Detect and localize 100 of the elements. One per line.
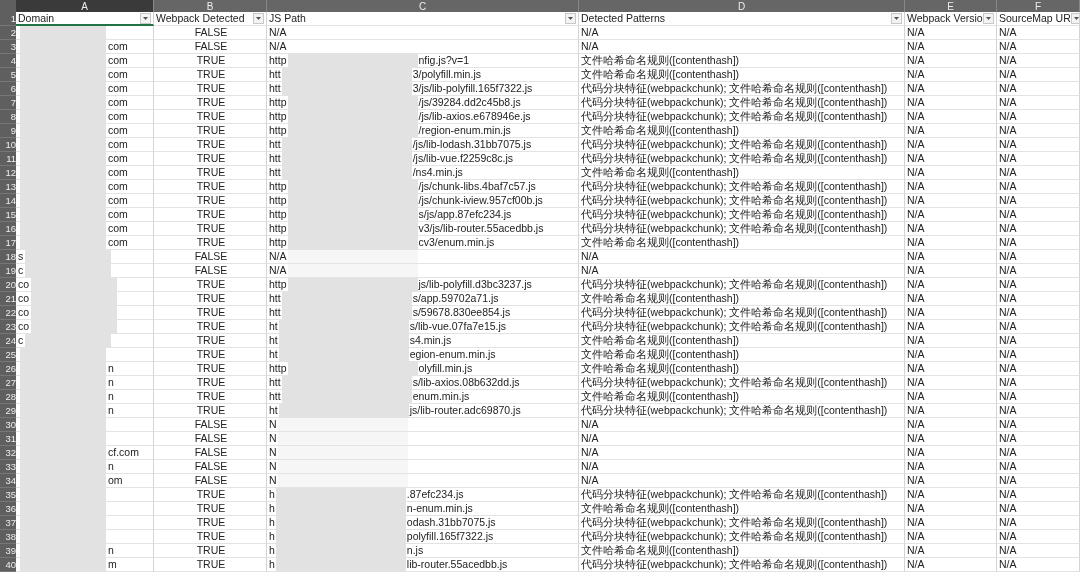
- cell-text: TRUE: [196, 558, 226, 571]
- row-number[interactable]: 15: [0, 208, 16, 222]
- column-letter[interactable]: B: [154, 0, 267, 12]
- row-number[interactable]: 6: [0, 82, 16, 96]
- caret-icon: [894, 17, 899, 20]
- row-number[interactable]: 26: [0, 362, 16, 376]
- column-letter[interactable]: F: [997, 0, 1080, 12]
- row-number[interactable]: 4: [0, 54, 16, 68]
- row-number[interactable]: 33: [0, 460, 16, 474]
- cell-text: .87efc234.js: [406, 488, 464, 501]
- row-number[interactable]: 14: [0, 194, 16, 208]
- caret-icon: [1073, 17, 1079, 20]
- row-number[interactable]: 40: [0, 558, 16, 572]
- cell-text: n: [108, 362, 114, 375]
- column-header: JS Path: [269, 12, 306, 25]
- cell-text: N/A: [999, 222, 1017, 235]
- cell-text: com: [108, 124, 128, 137]
- cell-text: c: [18, 264, 24, 277]
- column-header: Webpack Detected: [156, 12, 245, 25]
- row-number[interactable]: 16: [0, 222, 16, 236]
- row-number[interactable]: 32: [0, 446, 16, 460]
- cell-text: N/A: [907, 194, 925, 207]
- cell-text: n: [108, 404, 114, 417]
- row-number[interactable]: 23: [0, 320, 16, 334]
- filter-button[interactable]: [253, 13, 264, 24]
- cell-text: N/A: [581, 474, 599, 487]
- column-letter[interactable]: D: [579, 0, 905, 12]
- cell-text: TRUE: [196, 376, 226, 389]
- row-number[interactable]: 22: [0, 306, 16, 320]
- cell-text: N/A: [999, 474, 1017, 487]
- cell-text: FALSE: [194, 418, 228, 431]
- row-number[interactable]: 9: [0, 124, 16, 138]
- cell-text: N/A: [581, 446, 599, 459]
- cell-text: N: [269, 418, 277, 431]
- row-number[interactable]: 29: [0, 404, 16, 418]
- cell-text: n: [108, 544, 114, 557]
- cell-text: N/A: [907, 362, 925, 375]
- row-number[interactable]: 35: [0, 488, 16, 502]
- row-number[interactable]: 3: [0, 40, 16, 54]
- row-number[interactable]: 38: [0, 530, 16, 544]
- row-number[interactable]: 7: [0, 96, 16, 110]
- row-number[interactable]: 5: [0, 68, 16, 82]
- row-number[interactable]: 17: [0, 236, 16, 250]
- filter-button[interactable]: [891, 13, 902, 24]
- cell-text: 代码分块特征(webpackchunk); 文件哈希命名规则([contenthash]): [581, 208, 888, 221]
- cell-text: com: [108, 110, 128, 123]
- column-letter[interactable]: E: [905, 0, 997, 12]
- column-letter[interactable]: C: [267, 0, 579, 12]
- cell-text: htt: [269, 166, 281, 179]
- row-number[interactable]: 18: [0, 250, 16, 264]
- cell-text: js/lib-polyfill.d3bc3237.js: [418, 278, 532, 291]
- cell-text: N/A: [269, 26, 287, 39]
- cell-text: N/A: [907, 138, 925, 151]
- filter-button[interactable]: [983, 13, 994, 24]
- cell-text: TRUE: [196, 236, 226, 249]
- row-number[interactable]: 19: [0, 264, 16, 278]
- cell-text: co: [18, 278, 30, 291]
- row-number[interactable]: 39: [0, 544, 16, 558]
- column-header: SourceMap UR: [999, 12, 1071, 25]
- row-number[interactable]: 20: [0, 278, 16, 292]
- row-number[interactable]: 30: [0, 418, 16, 432]
- row-number[interactable]: 8: [0, 110, 16, 124]
- cell-text: com: [108, 40, 128, 53]
- cell-text: nfig.js?v=1: [418, 54, 469, 67]
- filter-button[interactable]: [1070, 13, 1079, 24]
- row-number[interactable]: 21: [0, 292, 16, 306]
- row-number[interactable]: 1: [0, 12, 16, 26]
- row-number[interactable]: 12: [0, 166, 16, 180]
- cell-text: N/A: [907, 516, 925, 529]
- row-number[interactable]: 11: [0, 152, 16, 166]
- row-number[interactable]: 2: [0, 26, 16, 40]
- column-letter[interactable]: A: [16, 0, 154, 12]
- cell-text: TRUE: [196, 222, 226, 235]
- row-number[interactable]: 10: [0, 138, 16, 152]
- cell-text: FALSE: [194, 40, 228, 53]
- row-number[interactable]: 13: [0, 180, 16, 194]
- row-number[interactable]: 27: [0, 376, 16, 390]
- cell-text: 文件哈希命名规则([contenthash]): [581, 544, 740, 557]
- row-number[interactable]: 25: [0, 348, 16, 362]
- cell-text: 代码分块特征(webpackchunk); 文件哈希命名规则([contenthash]): [581, 306, 888, 319]
- filter-button[interactable]: [565, 13, 576, 24]
- row-number[interactable]: 28: [0, 390, 16, 404]
- row-number[interactable]: 37: [0, 516, 16, 530]
- cell-text: 文件哈希命名规则([contenthash]): [581, 362, 740, 375]
- row-number[interactable]: 24: [0, 334, 16, 348]
- cell-text: N/A: [999, 26, 1017, 39]
- cell-text: ht: [269, 348, 278, 361]
- filter-button[interactable]: [140, 12, 151, 24]
- cell-text: TRUE: [196, 348, 226, 361]
- cell-text: com: [108, 236, 128, 249]
- row-number[interactable]: 36: [0, 502, 16, 516]
- column-header: Webpack Versio: [907, 12, 983, 25]
- cell-text: TRUE: [196, 208, 226, 221]
- cell-text: FALSE: [194, 460, 228, 473]
- cell-text: N/A: [999, 278, 1017, 291]
- cell-text: N/A: [999, 432, 1017, 445]
- cell-text: TRUE: [196, 68, 226, 81]
- row-number[interactable]: 34: [0, 474, 16, 488]
- row-number[interactable]: 31: [0, 432, 16, 446]
- cell-text: TRUE: [196, 320, 226, 333]
